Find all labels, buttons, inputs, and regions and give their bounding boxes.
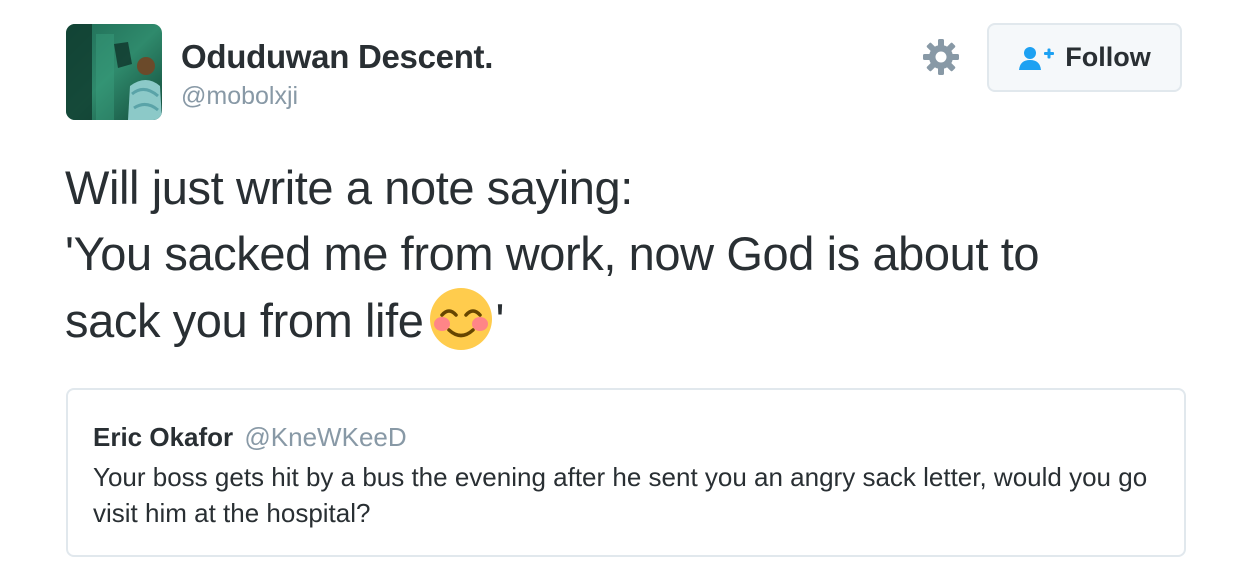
quoted-tweet-card[interactable]: Eric Okafor @KneWKeeD Your boss gets hit… xyxy=(66,388,1186,557)
avatar[interactable] xyxy=(66,24,162,120)
quoted-author-name: Eric Okafor xyxy=(93,422,234,452)
tweet-line: Will just write a note saying: xyxy=(65,161,633,214)
smiling-face-with-blush-emoji xyxy=(430,288,493,350)
author-display-name[interactable]: Oduduwan Descent. xyxy=(181,38,493,76)
closing-quote: ' xyxy=(495,294,505,347)
avatar-image xyxy=(66,24,162,120)
quoted-author-handle: @KneWKeeD xyxy=(244,422,407,452)
tweet-line-text: sack you from life xyxy=(65,294,424,347)
follow-button-label: Follow xyxy=(1065,42,1151,72)
quoted-tweet-text: Your boss gets hit by a bus the evening … xyxy=(93,462,1148,528)
gear-icon[interactable] xyxy=(922,38,960,76)
tweet-line-last: sack you from life ' xyxy=(65,287,1215,354)
tweet-text: Will just write a note saying: 'You sack… xyxy=(65,155,1215,354)
author-handle[interactable]: @mobolxji xyxy=(181,82,298,111)
follow-user-plus-icon xyxy=(1019,46,1055,70)
quoted-tweet-header: Eric Okafor @KneWKeeD xyxy=(93,422,407,453)
follow-button[interactable]: Follow xyxy=(987,23,1182,92)
tweet-line: 'You sacked me from work, now God is abo… xyxy=(65,227,1040,280)
